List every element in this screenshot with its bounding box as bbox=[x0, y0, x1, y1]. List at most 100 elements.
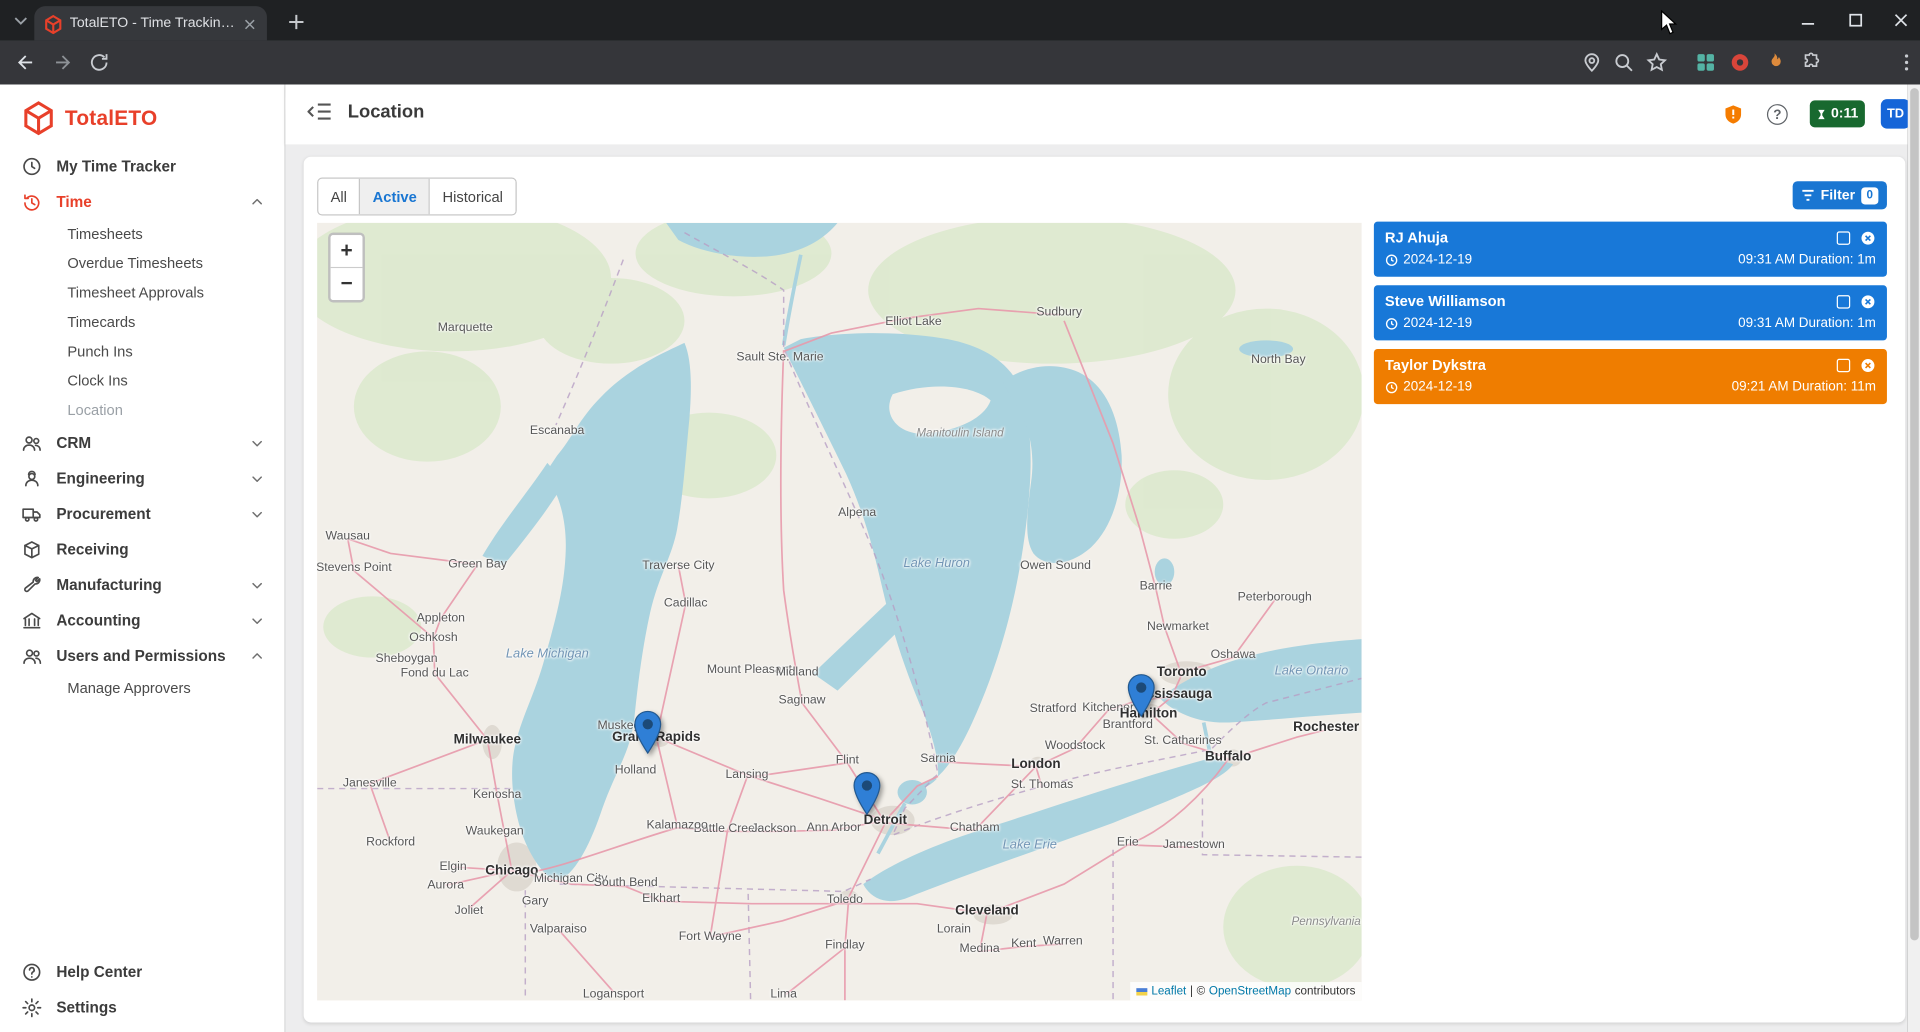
sidebar-item-accounting[interactable]: Accounting bbox=[0, 602, 284, 638]
sidebar-item-manufacturing[interactable]: Manufacturing bbox=[0, 567, 284, 603]
reload-icon[interactable] bbox=[88, 51, 110, 73]
sidebar-item-my-time-tracker[interactable]: My Time Tracker bbox=[0, 148, 284, 184]
session-card-list: RJ Ahuja2024-12-1909:31 AM Duration: 1m S… bbox=[1374, 222, 1887, 413]
location-pin-icon[interactable] bbox=[1581, 51, 1603, 73]
sidebar-item-label: Location bbox=[67, 402, 123, 419]
chevron-down-icon bbox=[247, 504, 267, 524]
sidebar-item-settings[interactable]: Settings bbox=[0, 989, 284, 1025]
timer-badge[interactable]: 0:11 bbox=[1810, 100, 1865, 127]
sidebar-item-label: Accounting bbox=[56, 612, 140, 629]
forward-icon[interactable] bbox=[51, 51, 73, 73]
session-card-taylor-dykstra[interactable]: Taylor Dykstra2024-12-1909:21 AM Duratio… bbox=[1374, 349, 1887, 404]
sidebar-item-label: Overdue Timesheets bbox=[67, 255, 203, 272]
sidebar-item-timesheets[interactable]: Timesheets bbox=[0, 219, 284, 248]
close-button[interactable] bbox=[1860, 357, 1876, 373]
filter-icon bbox=[1801, 189, 1814, 202]
sidebar-item-overdue-timesheets[interactable]: Overdue Timesheets bbox=[0, 249, 284, 278]
sidebar-item-label: Punch Ins bbox=[67, 343, 132, 360]
stop-button[interactable] bbox=[1837, 358, 1850, 371]
new-tab-button[interactable] bbox=[284, 10, 308, 34]
sidebar-item-crm[interactable]: CRM bbox=[0, 425, 284, 461]
timer-value: 0:11 bbox=[1831, 107, 1858, 122]
attribution-copyright: © bbox=[1197, 984, 1206, 997]
tab-title: TotalETO - Time Tracking Geolo bbox=[70, 16, 235, 31]
back-icon[interactable] bbox=[15, 51, 37, 73]
sidebar-item-receiving[interactable]: Receiving bbox=[0, 531, 284, 567]
user-avatar[interactable]: TD bbox=[1881, 99, 1910, 128]
sidebar-nav: My Time Tracker Time Timesheets Overdue Tim… bbox=[0, 148, 284, 703]
map-marker-grand-rapids-area[interactable] bbox=[633, 710, 662, 754]
tab-all[interactable]: All bbox=[318, 179, 360, 215]
sidebar-item-clock-ins[interactable]: Clock Ins bbox=[0, 366, 284, 395]
help-glyph: ? bbox=[1773, 107, 1781, 122]
tab-close-icon[interactable] bbox=[242, 16, 257, 31]
map-marker-detroit-area[interactable] bbox=[852, 771, 881, 815]
sidebar-item-location[interactable]: Location bbox=[0, 396, 284, 425]
sidebar-item-manage-approvers[interactable]: Manage Approvers bbox=[0, 673, 284, 702]
totaleto-logo-icon bbox=[22, 100, 55, 136]
tab-historical[interactable]: Historical bbox=[430, 179, 515, 215]
session-card-steve-williamson[interactable]: Steve Williamson2024-12-1909:31 AM Durat… bbox=[1374, 285, 1887, 340]
map-marker-hamilton-area[interactable] bbox=[1127, 673, 1156, 717]
menu-kebab-icon[interactable] bbox=[1896, 51, 1918, 73]
help-icon bbox=[21, 961, 43, 983]
zoom-search-icon[interactable] bbox=[1613, 51, 1635, 73]
avatar-initials: TD bbox=[1887, 107, 1904, 122]
page-title: Location bbox=[348, 102, 425, 123]
sidebar-item-label: Time bbox=[56, 193, 91, 210]
window-close-button[interactable] bbox=[1882, 5, 1919, 34]
osm-link[interactable]: OpenStreetMap bbox=[1209, 984, 1291, 997]
users-icon bbox=[21, 645, 43, 667]
sidebar-collapse-icon[interactable] bbox=[307, 103, 331, 123]
sidebar-item-time[interactable]: Time bbox=[0, 184, 284, 220]
app-logo[interactable]: TotalETO bbox=[22, 100, 157, 136]
sidebar-item-timecards[interactable]: Timecards bbox=[0, 307, 284, 336]
extension-orange-icon[interactable] bbox=[1763, 51, 1785, 73]
zoom-out-button[interactable]: − bbox=[331, 268, 363, 300]
chevron-down-icon bbox=[247, 468, 267, 488]
accounting-icon bbox=[21, 609, 43, 631]
sidebar-item-timesheet-approvals[interactable]: Timesheet Approvals bbox=[0, 278, 284, 307]
extensions-puzzle-icon[interactable] bbox=[1800, 51, 1822, 73]
clock-icon bbox=[1385, 253, 1398, 266]
session-date: 2024-12-19 bbox=[1403, 380, 1472, 395]
window-maximize-button[interactable] bbox=[1837, 5, 1874, 34]
sidebar-item-punch-ins[interactable]: Punch Ins bbox=[0, 337, 284, 366]
chevron-down-icon bbox=[247, 610, 267, 630]
sidebar-item-label: Manufacturing bbox=[56, 576, 161, 593]
stop-button[interactable] bbox=[1837, 294, 1850, 307]
map[interactable]: MarquetteSault Ste. MarieElliot LakeSudb… bbox=[317, 223, 1361, 1001]
map-base-layer bbox=[317, 223, 1361, 1001]
tab-active[interactable]: Active bbox=[360, 179, 430, 215]
scrollbar-thumb[interactable] bbox=[1910, 88, 1919, 940]
engineering-icon bbox=[21, 467, 43, 489]
alert-shield-icon[interactable] bbox=[1723, 104, 1744, 125]
close-button[interactable] bbox=[1860, 293, 1876, 309]
tab-search-chevron-icon[interactable] bbox=[10, 10, 32, 32]
view-tabs: AllActiveHistorical bbox=[317, 178, 516, 216]
window-minimize-button[interactable] bbox=[1789, 5, 1826, 34]
sidebar-item-label: Receiving bbox=[56, 541, 128, 558]
receiving-icon bbox=[21, 538, 43, 560]
close-button[interactable] bbox=[1860, 230, 1876, 246]
leaflet-link[interactable]: Leaflet bbox=[1151, 984, 1186, 997]
bookmark-star-icon[interactable] bbox=[1646, 51, 1668, 73]
sidebar-item-label: Clock Ins bbox=[67, 372, 127, 389]
zoom-in-button[interactable]: + bbox=[331, 235, 363, 268]
browser-tab[interactable]: TotalETO - Time Tracking Geolo bbox=[34, 6, 267, 40]
sidebar-item-procurement[interactable]: Procurement bbox=[0, 496, 284, 532]
session-card-rj-ahuja[interactable]: RJ Ahuja2024-12-1909:31 AM Duration: 1m bbox=[1374, 222, 1887, 277]
chevron-up-icon bbox=[247, 192, 267, 212]
extension-red-icon[interactable] bbox=[1729, 51, 1751, 73]
sidebar-item-help-center[interactable]: Help Center bbox=[0, 954, 284, 990]
page-scrollbar[interactable] bbox=[1908, 84, 1920, 1032]
help-icon[interactable]: ? bbox=[1767, 104, 1788, 125]
sidebar-item-users-and-permissions[interactable]: Users and Permissions bbox=[0, 638, 284, 674]
browser-tab-strip: TotalETO - Time Tracking Geolo bbox=[0, 0, 1920, 40]
stop-button[interactable] bbox=[1837, 231, 1850, 244]
attribution-divider: | bbox=[1190, 984, 1193, 997]
sidebar-item-engineering[interactable]: Engineering bbox=[0, 460, 284, 496]
extension-grid-icon[interactable] bbox=[1695, 51, 1717, 73]
session-time-details: 09:31 AM Duration: 1m bbox=[1738, 252, 1876, 267]
filter-button[interactable]: Filter 0 bbox=[1793, 181, 1887, 209]
